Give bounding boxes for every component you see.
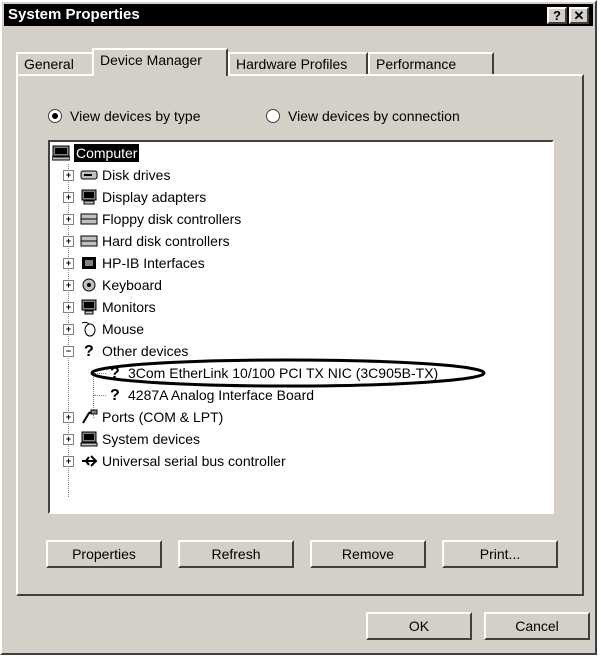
- tree-connector: [94, 395, 106, 396]
- expand-icon[interactable]: +: [63, 258, 74, 269]
- tree-item-label: Universal serial bus controller: [102, 453, 286, 469]
- view-by-connection-label: View devices by connection: [288, 108, 460, 124]
- expand-icon[interactable]: +: [63, 324, 74, 335]
- display-adapter-icon: [81, 189, 97, 205]
- usb-icon: [82, 455, 98, 467]
- tab-general[interactable]: General: [16, 52, 94, 74]
- refresh-button[interactable]: Refresh: [178, 540, 294, 568]
- tree-item-usb[interactable]: + Universal serial bus controller: [50, 450, 550, 472]
- tab-performance[interactable]: Performance: [368, 52, 494, 74]
- view-by-connection-radio[interactable]: View devices by connection: [266, 108, 460, 124]
- tree-item-label: Mouse: [102, 321, 145, 337]
- expand-icon[interactable]: +: [63, 456, 74, 467]
- tree-item-hpib[interactable]: + HP-IB Interfaces: [50, 252, 550, 274]
- svg-text:?: ?: [110, 387, 120, 402]
- title-bar: System Properties ? ✕: [4, 4, 593, 26]
- expand-icon[interactable]: +: [63, 412, 74, 423]
- tree-item-label: Disk drives: [102, 167, 171, 183]
- tree-item-monitors[interactable]: + Monitors: [50, 296, 550, 318]
- tree-item-label: Monitors: [102, 299, 156, 315]
- view-by-type-radio[interactable]: View devices by type: [48, 108, 200, 124]
- print-button[interactable]: Print...: [442, 540, 558, 568]
- expand-icon[interactable]: +: [63, 280, 74, 291]
- tree-item-label: 4287A Analog Interface Board: [128, 387, 315, 403]
- disk-drive-icon: [80, 170, 98, 180]
- tree-item-3com-nic[interactable]: ? 3Com EtherLink 10/100 PCI TX NIC (3C90…: [50, 358, 550, 388]
- floppy-controller-icon: [80, 213, 98, 225]
- tab-hardware-profiles[interactable]: Hardware Profiles: [228, 52, 368, 74]
- question-icon: ?: [84, 343, 94, 358]
- monitor-icon: [81, 299, 97, 315]
- tree-item-keyboard[interactable]: + Keyboard: [50, 274, 550, 296]
- properties-button[interactable]: Properties: [46, 540, 162, 568]
- cancel-button[interactable]: Cancel: [484, 612, 590, 640]
- expand-icon[interactable]: +: [63, 236, 74, 247]
- svg-text:?: ?: [84, 343, 94, 358]
- tree-item-disk-drives[interactable]: + Disk drives: [50, 164, 550, 186]
- tree-item-label: Hard disk controllers: [102, 233, 230, 249]
- tree-root-label: Computer: [74, 144, 140, 162]
- tree-item-label: Display adapters: [102, 189, 207, 205]
- tree-item-label: System devices: [102, 431, 201, 447]
- collapse-icon[interactable]: −: [63, 346, 74, 357]
- tree-item-floppy[interactable]: + Floppy disk controllers: [50, 208, 550, 230]
- view-by-type-label: View devices by type: [70, 108, 201, 124]
- expand-icon[interactable]: +: [63, 170, 74, 181]
- computer-icon: [52, 145, 70, 161]
- device-manager-panel: View devices by type View devices by con…: [16, 74, 584, 596]
- expand-icon[interactable]: +: [63, 302, 74, 313]
- device-tree[interactable]: Computer + Disk drives + Display adapter…: [48, 140, 554, 514]
- tree-item-display-adapters[interactable]: + Display adapters: [50, 186, 550, 208]
- keyboard-icon: [82, 278, 96, 292]
- tree-item-hard-disk[interactable]: + Hard disk controllers: [50, 230, 550, 252]
- system-device-icon: [80, 431, 98, 447]
- tab-device-manager[interactable]: Device Manager: [92, 48, 228, 76]
- tree-item-mouse[interactable]: + Mouse: [50, 318, 550, 340]
- tree-item-4287a[interactable]: ? 4287A Analog Interface Board: [50, 384, 550, 406]
- port-icon: [82, 409, 98, 424]
- hard-disk-controller-icon: [80, 235, 98, 247]
- help-button[interactable]: ?: [547, 7, 567, 24]
- window-title: System Properties: [8, 6, 140, 23]
- tree-item-system-devices[interactable]: + System devices: [50, 428, 550, 450]
- close-button[interactable]: ✕: [569, 7, 589, 24]
- tree-item-label: HP-IB Interfaces: [102, 255, 205, 271]
- system-properties-window: System Properties ? ✕ General Device Man…: [0, 0, 597, 655]
- tree-item-label: Floppy disk controllers: [102, 211, 242, 227]
- tree-item-label: Ports (COM & LPT): [102, 409, 224, 425]
- question-icon: ?: [110, 387, 120, 402]
- hpib-interface-icon: [82, 257, 96, 269]
- tree-item-ports[interactable]: + Ports (COM & LPT): [50, 406, 550, 428]
- expand-icon[interactable]: +: [63, 192, 74, 203]
- tree-item-label: Keyboard: [102, 277, 162, 293]
- remove-button[interactable]: Remove: [310, 540, 426, 568]
- radio-selected-icon: [48, 109, 62, 123]
- radio-unselected-icon: [266, 109, 280, 123]
- expand-icon[interactable]: +: [63, 434, 74, 445]
- mouse-icon: [81, 321, 96, 337]
- ok-button[interactable]: OK: [366, 612, 472, 640]
- expand-icon[interactable]: +: [63, 214, 74, 225]
